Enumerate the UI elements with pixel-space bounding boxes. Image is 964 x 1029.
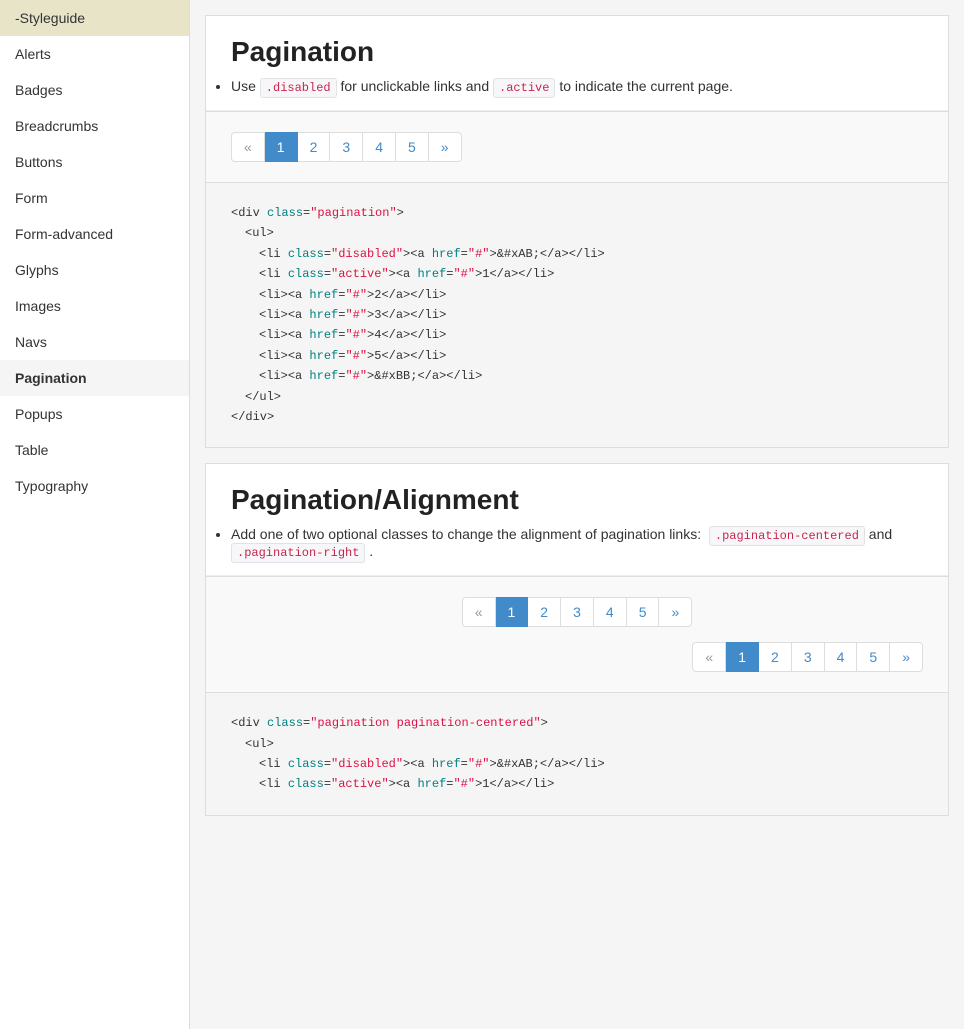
pagination-centered-code: .pagination-centered: [709, 526, 865, 546]
code-line-8: <li><a href="#">5</a></li>: [231, 346, 923, 366]
pagination-alignment-description-item: Add one of two optional classes to chang…: [231, 526, 923, 560]
centered-page-3-link[interactable]: 3: [561, 597, 594, 627]
pagination-description-item: Use .disabled for unclickable links and …: [231, 78, 923, 95]
pagination-prev: «: [231, 132, 265, 162]
sidebar-item-styleguide[interactable]: -Styleguide: [0, 0, 189, 36]
pagination-section-header: Pagination Use .disabled for unclickable…: [206, 16, 948, 111]
align-code-line-2: <ul>: [231, 734, 923, 754]
pagination-page-4-link[interactable]: 4: [363, 132, 396, 162]
sidebar-item-popups[interactable]: Popups: [0, 396, 189, 432]
code-line-4: <li class="active"><a href="#">1</a></li…: [231, 264, 923, 284]
pagination-centered-demo: « 1 2 3 4 5: [231, 597, 923, 627]
centered-page-4: 4: [594, 597, 627, 627]
centered-next: »: [659, 597, 692, 627]
code-line-1: <div class="pagination">: [231, 203, 923, 223]
right-page-5: 5: [857, 642, 890, 672]
active-code: .active: [493, 78, 555, 98]
pagination-alignment-description: Add one of two optional classes to chang…: [231, 526, 923, 560]
code-line-9: <li><a href="#">&#xBB;</a></li>: [231, 366, 923, 386]
pagination-page-1-link[interactable]: 1: [265, 132, 298, 162]
pagination-alignment-demo-area: « 1 2 3 4 5: [206, 576, 948, 692]
pagination-right-code: .pagination-right: [231, 543, 365, 563]
pagination-page-4: 4: [363, 132, 396, 162]
right-page-1-link[interactable]: 1: [726, 642, 759, 672]
pagination-page-1: 1: [265, 132, 298, 162]
code-line-2: <ul>: [231, 223, 923, 243]
right-page-3-link[interactable]: 3: [792, 642, 825, 672]
pagination-right-row: « 1 2 3 4 5: [231, 642, 923, 672]
code-line-3: <li class="disabled"><a href="#">&#xAB;<…: [231, 244, 923, 264]
sidebar-item-table[interactable]: Table: [0, 432, 189, 468]
pagination-page-5: 5: [396, 132, 429, 162]
pagination-demo-area: « 1 2 3 4 5 »: [206, 111, 948, 182]
sidebar-item-badges[interactable]: Badges: [0, 72, 189, 108]
pagination-next: »: [429, 132, 462, 162]
centered-page-1: 1: [496, 597, 529, 627]
centered-page-4-link[interactable]: 4: [594, 597, 627, 627]
pagination-description: Use .disabled for unclickable links and …: [231, 78, 923, 95]
right-next: »: [890, 642, 923, 672]
centered-page-2-link[interactable]: 2: [528, 597, 561, 627]
sidebar-item-breadcrumbs[interactable]: Breadcrumbs: [0, 108, 189, 144]
sidebar-item-navs[interactable]: Navs: [0, 324, 189, 360]
centered-prev: «: [462, 597, 496, 627]
sidebar-item-glyphs[interactable]: Glyphs: [0, 252, 189, 288]
align-code-line-3: <li class="disabled"><a href="#">&#xAB;<…: [231, 754, 923, 774]
right-page-1: 1: [726, 642, 759, 672]
right-prev: «: [692, 642, 726, 672]
pagination-demo: « 1 2 3 4 5 »: [231, 132, 923, 162]
centered-next-link[interactable]: »: [659, 597, 692, 627]
right-prev-link[interactable]: «: [692, 642, 726, 672]
pagination-page-2: 2: [298, 132, 331, 162]
sidebar-item-images[interactable]: Images: [0, 288, 189, 324]
sidebar-item-buttons[interactable]: Buttons: [0, 144, 189, 180]
pagination-alignment-code-block: <div class="pagination pagination-center…: [206, 692, 948, 815]
centered-page-3: 3: [561, 597, 594, 627]
code-line-10: </ul>: [231, 387, 923, 407]
code-line-5: <li><a href="#">2</a></li>: [231, 285, 923, 305]
right-page-4: 4: [825, 642, 858, 672]
sidebar-item-typography[interactable]: Typography: [0, 468, 189, 504]
code-line-7: <li><a href="#">4</a></li>: [231, 325, 923, 345]
pagination-title: Pagination: [231, 36, 923, 68]
pagination-alignment-title: Pagination/Alignment: [231, 484, 923, 516]
pagination-page-5-link[interactable]: 5: [396, 132, 429, 162]
align-code-line-4: <li class="active"><a href="#">1</a></li…: [231, 774, 923, 794]
right-next-link[interactable]: »: [890, 642, 923, 672]
pagination-right-demo: « 1 2 3 4 5: [231, 642, 923, 672]
right-page-2-link[interactable]: 2: [759, 642, 792, 672]
sidebar-item-form-advanced[interactable]: Form-advanced: [0, 216, 189, 252]
pagination-code-block: <div class="pagination"> <ul> <li class=…: [206, 182, 948, 447]
pagination-alignment-header: Pagination/Alignment Add one of two opti…: [206, 464, 948, 576]
sidebar: -Styleguide Alerts Badges Breadcrumbs Bu…: [0, 0, 190, 1029]
pagination-prev-link[interactable]: «: [231, 132, 265, 162]
pagination-centered-row: « 1 2 3 4 5: [231, 597, 923, 627]
centered-page-1-link[interactable]: 1: [496, 597, 529, 627]
pagination-section: Pagination Use .disabled for unclickable…: [205, 15, 949, 448]
pagination-next-link[interactable]: »: [429, 132, 462, 162]
centered-page-5: 5: [627, 597, 660, 627]
code-line-11: </div>: [231, 407, 923, 427]
align-code-line-1: <div class="pagination pagination-center…: [231, 713, 923, 733]
main-content: Pagination Use .disabled for unclickable…: [190, 0, 964, 1029]
pagination-page-2-link[interactable]: 2: [298, 132, 331, 162]
sidebar-item-alerts[interactable]: Alerts: [0, 36, 189, 72]
sidebar-item-pagination[interactable]: Pagination: [0, 360, 189, 396]
centered-page-2: 2: [528, 597, 561, 627]
right-page-4-link[interactable]: 4: [825, 642, 858, 672]
code-line-6: <li><a href="#">3</a></li>: [231, 305, 923, 325]
right-page-2: 2: [759, 642, 792, 672]
right-page-3: 3: [792, 642, 825, 672]
right-page-5-link[interactable]: 5: [857, 642, 890, 672]
disabled-code: .disabled: [260, 78, 337, 98]
pagination-page-3-link[interactable]: 3: [330, 132, 363, 162]
centered-prev-link[interactable]: «: [462, 597, 496, 627]
pagination-alignment-section: Pagination/Alignment Add one of two opti…: [205, 463, 949, 816]
sidebar-item-form[interactable]: Form: [0, 180, 189, 216]
pagination-page-3: 3: [330, 132, 363, 162]
centered-page-5-link[interactable]: 5: [627, 597, 660, 627]
